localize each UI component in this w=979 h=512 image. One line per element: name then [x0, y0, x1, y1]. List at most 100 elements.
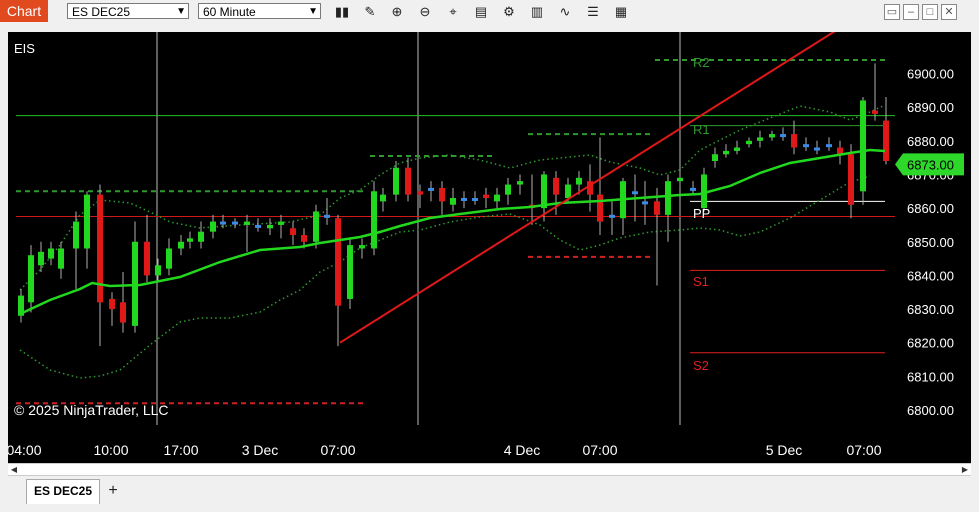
- doji-candle: [324, 214, 330, 218]
- data-box-icon[interactable]: ▤: [472, 3, 490, 21]
- crosshair-icon[interactable]: ⌖: [444, 3, 462, 21]
- up-candle: [712, 154, 718, 161]
- instrument-selector[interactable]: ES DEC25 ▼: [67, 3, 189, 19]
- down-candle: [301, 235, 307, 242]
- up-candle: [313, 211, 319, 242]
- y-tick-label: 6820.00: [907, 336, 954, 351]
- up-candle: [278, 221, 284, 225]
- y-tick-label: 6860.00: [907, 201, 954, 216]
- y-tick-label: 6880.00: [907, 134, 954, 149]
- properties-icon[interactable]: ☰: [584, 3, 602, 21]
- down-candle: [483, 194, 489, 199]
- up-candle: [178, 241, 184, 249]
- doji-candle: [255, 224, 261, 228]
- draw-tool-icon[interactable]: ✎: [361, 3, 379, 21]
- up-candle: [187, 238, 193, 242]
- up-candle: [84, 194, 90, 249]
- chart-panel[interactable]: R2 R1 PP S1 S2 EIS © 2025 NinjaTrader, LLC 690…: [8, 32, 971, 463]
- up-candle: [166, 248, 172, 269]
- add-tab-button[interactable]: +: [103, 481, 123, 501]
- down-candle: [848, 154, 854, 205]
- down-candle: [335, 218, 341, 306]
- x-tick-label: 07:00: [320, 442, 355, 458]
- y-tick-label: 6810.00: [907, 369, 954, 384]
- down-candle: [553, 177, 559, 195]
- tab-es-dec25[interactable]: ES DEC25: [26, 479, 100, 504]
- down-candle: [883, 120, 889, 161]
- down-candle: [597, 194, 603, 222]
- down-candle: [872, 110, 878, 114]
- up-candle: [244, 221, 250, 225]
- down-candle: [290, 228, 296, 236]
- down-candle: [144, 241, 150, 276]
- up-candle: [517, 181, 523, 185]
- up-candle: [210, 221, 216, 232]
- restore-icon[interactable]: ▭: [884, 4, 900, 20]
- doji-candle: [428, 187, 434, 191]
- y-tick-label: 6830.00: [907, 302, 954, 317]
- down-candle: [654, 201, 660, 215]
- x-tick-label: 3 Dec: [242, 442, 279, 458]
- indicators-icon[interactable]: ⚙: [500, 3, 518, 21]
- scroll-left-icon[interactable]: ◀: [8, 464, 20, 475]
- minimize-icon[interactable]: –: [903, 4, 919, 20]
- chart-toolbar: Chart ES DEC25 ▼ 60 Minute ▼ ▮▮ ✎ ⊕ ⊖ ⌖ …: [0, 0, 979, 24]
- up-candle: [58, 248, 64, 269]
- layers-icon[interactable]: ▦: [612, 3, 630, 21]
- chevron-down-icon: ▼: [176, 6, 186, 17]
- up-candle: [73, 221, 79, 249]
- doji-candle: [690, 187, 696, 191]
- chart-window-tab[interactable]: Chart: [0, 0, 48, 22]
- x-tick-label: 5 Dec: [766, 442, 803, 458]
- up-candle: [450, 198, 456, 205]
- down-candle: [97, 194, 103, 303]
- up-candle: [734, 147, 740, 151]
- zoom-in-icon[interactable]: ⊕: [388, 3, 406, 21]
- chart-scrollbar[interactable]: ◀ ▶: [8, 463, 971, 476]
- up-candle: [576, 177, 582, 185]
- down-candle: [405, 167, 411, 195]
- up-candle: [267, 224, 273, 229]
- up-candle: [38, 251, 44, 266]
- pivot-label-r2: R2: [693, 55, 710, 70]
- pivot-label-pp: PP: [693, 206, 710, 221]
- up-candle: [359, 245, 365, 249]
- up-candle: [48, 248, 54, 259]
- up-candle: [132, 241, 138, 326]
- y-tick-label: 6890.00: [907, 100, 954, 115]
- doji-candle: [220, 221, 226, 225]
- maximize-icon[interactable]: □: [922, 4, 938, 20]
- doji-candle: [461, 198, 467, 202]
- pivot-label-s1: S1: [693, 274, 709, 289]
- price-chart[interactable]: R2 R1 PP S1 S2 EIS © 2025 NinjaTrader, LLC 690…: [8, 32, 971, 463]
- interval-selector[interactable]: 60 Minute ▼: [198, 3, 321, 19]
- close-icon[interactable]: ✕: [941, 4, 957, 20]
- down-candle: [120, 302, 126, 323]
- up-candle: [494, 194, 500, 202]
- moving-average-line: [19, 148, 886, 316]
- up-candle: [393, 167, 399, 195]
- up-candle: [860, 100, 866, 192]
- x-tick-label: 07:00: [846, 442, 881, 458]
- up-candle: [380, 194, 386, 202]
- down-candle: [439, 187, 445, 202]
- bar-type-icon[interactable]: ▮▮: [333, 3, 351, 21]
- up-candle: [746, 140, 752, 145]
- symbol-label: EIS: [14, 41, 35, 56]
- interval-value: 60 Minute: [203, 5, 256, 19]
- up-candle: [757, 137, 763, 141]
- chart-trader-icon[interactable]: ∿: [556, 3, 574, 21]
- scroll-right-icon[interactable]: ▶: [959, 464, 971, 475]
- zoom-out-icon[interactable]: ⊖: [416, 3, 434, 21]
- up-candle: [677, 177, 683, 182]
- doji-candle: [780, 134, 786, 138]
- doji-candle: [472, 198, 478, 202]
- down-candle: [417, 191, 423, 195]
- up-candle: [769, 134, 775, 138]
- pivot-label-r1: R1: [693, 122, 710, 137]
- y-tick-label: 6900.00: [907, 67, 954, 82]
- strategies-icon[interactable]: ▥: [528, 3, 546, 21]
- x-tick-label: 04:00: [8, 442, 42, 458]
- doji-candle: [609, 214, 615, 218]
- doji-candle: [826, 144, 832, 148]
